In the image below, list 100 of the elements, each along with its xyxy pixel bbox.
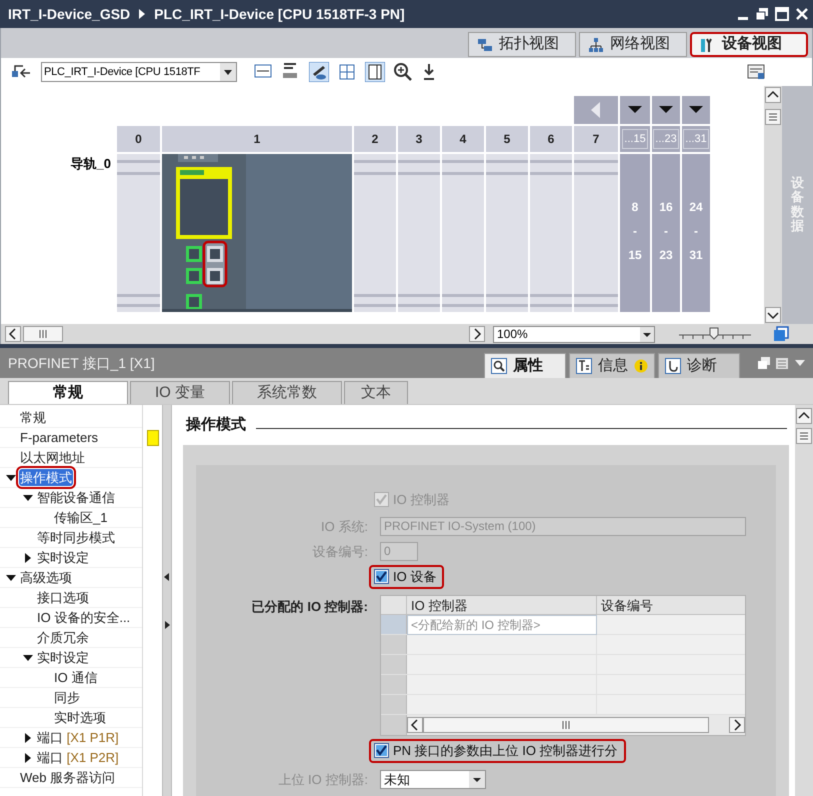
slot-header: ...31 (683, 129, 709, 149)
zoom-slider-icon[interactable] (677, 326, 753, 342)
slot-header: 3 (398, 126, 440, 152)
vertical-scrollbar[interactable] (795, 405, 813, 796)
expanded-triangle-icon[interactable] (23, 652, 33, 662)
nav-item[interactable]: 常规 (19, 409, 47, 426)
collapsed-triangle-icon[interactable] (23, 732, 33, 742)
expand-slots-button[interactable] (682, 96, 710, 124)
field-label: 设备编号: (312, 542, 368, 561)
scroll-left-icon[interactable] (407, 717, 423, 733)
collapsed-triangle-icon[interactable] (23, 752, 33, 762)
upper-controller-select[interactable]: 未知 (380, 770, 486, 789)
float-window-icon[interactable] (757, 356, 771, 370)
slot-header: ...23 (653, 129, 679, 149)
nav-item[interactable]: 端口 [X1 P1R] (36, 729, 120, 746)
device-select[interactable]: PLC_IRT_I-Device [CPU 1518TF (41, 62, 237, 82)
vertical-scrollbar[interactable] (764, 86, 782, 324)
close-icon[interactable] (795, 7, 809, 21)
collapse-left-icon[interactable] (164, 572, 170, 580)
panel-icon[interactable] (365, 62, 385, 82)
properties-tab[interactable]: IO 变量 (130, 381, 230, 404)
properties-tab[interactable]: 文本 (344, 381, 408, 404)
scroll-thumb-icon[interactable] (765, 109, 781, 125)
inspector-title: PROFINET 接口_1 [X1] (8, 354, 155, 373)
slot-range-dash: - (664, 223, 668, 240)
nav-item[interactable]: F-parameters (19, 429, 100, 446)
nav-item[interactable]: 高级选项 (19, 569, 73, 586)
view-tab[interactable]: 设备视图 (690, 32, 808, 57)
scroll-right-icon[interactable] (469, 326, 485, 342)
expand-slots-button[interactable] (620, 96, 650, 124)
zoom-select[interactable]: 100% (493, 326, 655, 342)
inspector-tab[interactable]: 属性 (484, 353, 566, 378)
maximize-icon[interactable] (775, 7, 789, 21)
slot-header: 0 (117, 126, 160, 152)
new-controller-field[interactable]: <分配给新的 IO 控制器> (407, 615, 597, 635)
breadcrumb-item[interactable]: IRT_I-Device_GSD (8, 4, 130, 24)
cpu-module-drawing[interactable] (162, 154, 352, 312)
nav-item[interactable]: 介质冗余 (36, 629, 90, 646)
breadcrumb-item[interactable]: PLC_IRT_I-Device [CPU 1518TF-3 PN] (154, 4, 405, 24)
scroll-down-icon[interactable] (765, 307, 781, 323)
nav-item[interactable]: 端口 [X1 P2R] (36, 749, 120, 766)
collapsed-triangle-icon[interactable] (23, 552, 33, 562)
nav-item[interactable]: 同步 (53, 689, 81, 706)
expanded-triangle-icon[interactable] (23, 492, 33, 502)
slot-range-dash: - (694, 223, 698, 240)
expanded-triangle-icon[interactable] (6, 472, 16, 482)
nav-item[interactable]: 实时设定 (36, 549, 90, 566)
scroll-thumb-icon[interactable] (423, 717, 709, 733)
nav-item[interactable]: 等时同步模式 (36, 529, 116, 546)
table-icon[interactable] (337, 62, 357, 82)
zoom-icon[interactable] (393, 62, 413, 82)
nav-item[interactable]: Web 服务器访问 (19, 769, 116, 786)
view-tab[interactable]: 拓扑视图 (468, 32, 576, 57)
slot-range-end: 15 (628, 247, 642, 264)
slot-range-start: 24 (689, 199, 703, 216)
dropdown-caret-icon[interactable] (640, 326, 654, 342)
nav-item[interactable]: IO 设备的安全... (36, 609, 132, 626)
nav-item[interactable]: 智能设备通信 (36, 489, 116, 506)
field-label: 已分配的 IO 控制器: (252, 598, 368, 616)
view-tab[interactable]: 网络视图 (579, 32, 687, 57)
field-label: 上位 IO 控制器: (278, 770, 368, 789)
slot-range-dash: - (633, 223, 637, 240)
checked-box-icon (374, 569, 389, 584)
restore-icon[interactable] (755, 7, 769, 21)
scroll-up-icon[interactable] (765, 87, 781, 103)
rail-label: 导轨_0 (70, 155, 111, 173)
inspector-tab[interactable]: 信息 (569, 353, 655, 378)
slot-range-end: 31 (689, 247, 703, 264)
expand-slots-button[interactable] (652, 96, 680, 124)
dropdown-caret-icon[interactable] (469, 771, 485, 788)
diagnostics-icon (665, 358, 681, 374)
nav-item[interactable]: 操作模式 (19, 469, 73, 486)
eye-edit-icon[interactable] (309, 62, 329, 82)
nav-item[interactable]: 实时设定 (36, 649, 90, 666)
scroll-right-icon[interactable] (729, 717, 745, 733)
checkbox-control[interactable]: IO 设备 (369, 564, 444, 588)
checked-box-icon (374, 743, 389, 758)
nav-item[interactable]: 传输区_1 (53, 509, 108, 526)
expanded-triangle-icon[interactable] (6, 572, 16, 582)
list-icon[interactable] (775, 356, 789, 370)
scroll-left-icon[interactable] (5, 326, 21, 342)
nav-item[interactable]: 以太网地址 (19, 449, 86, 466)
expand-right-icon[interactable] (164, 620, 170, 628)
dropdown-caret-icon[interactable] (220, 63, 236, 81)
checkbox-control[interactable]: PN 接口的参数由上位 IO 控制器进行分 (369, 738, 626, 762)
nav-item[interactable]: 实时选项 (53, 709, 107, 726)
scroll-up-icon[interactable] (796, 408, 812, 424)
scroll-thumb-icon[interactable] (23, 326, 63, 342)
overview-icon[interactable] (746, 62, 766, 82)
slot-header: 4 (442, 126, 484, 152)
window-icon[interactable] (773, 326, 789, 342)
properties-tab[interactable]: 系统常数 (232, 381, 342, 404)
inspector-tab[interactable]: 诊断 (658, 353, 740, 378)
nav-item[interactable]: IO 通信 (53, 669, 98, 686)
slot-header: 1 (162, 126, 352, 152)
nav-item[interactable]: 接口选项 (36, 589, 90, 606)
column-header[interactable]: 设备编号 (597, 596, 745, 614)
properties-tab[interactable]: 常规 (8, 381, 128, 404)
column-header[interactable]: IO 控制器 (407, 596, 597, 614)
scroll-thumb-icon[interactable] (796, 428, 812, 444)
